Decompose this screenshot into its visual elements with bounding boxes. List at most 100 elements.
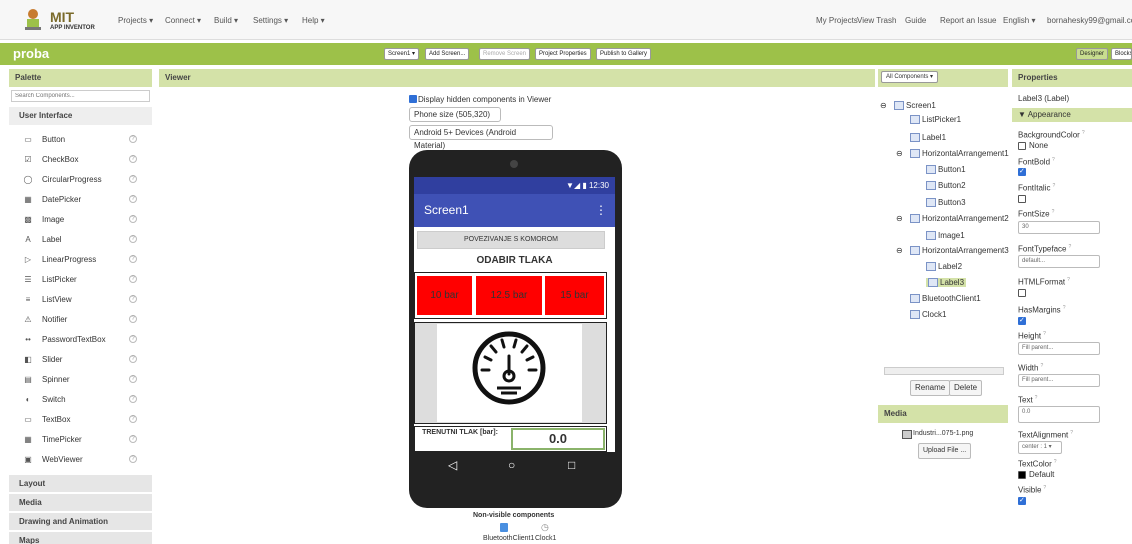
help-icon[interactable]: ? — [129, 255, 137, 263]
tree-item-screen1[interactable]: Screen1 — [894, 101, 936, 111]
appearance-section[interactable]: ▼ Appearance — [1012, 108, 1132, 122]
tree-item-horizontalarrangement1[interactable]: HorizontalArrangement1 — [910, 149, 1009, 159]
hidden-components-checkbox[interactable] — [409, 95, 417, 103]
category-user-interface[interactable]: User Interface — [9, 107, 152, 125]
help-icon[interactable]: ? — [1067, 277, 1070, 283]
category-maps[interactable]: Maps — [9, 531, 152, 544]
help-icon[interactable]: ? — [129, 295, 137, 303]
tree-scrollbar[interactable] — [884, 367, 1004, 375]
tree-item-label3[interactable]: Label3 — [926, 278, 967, 288]
help-icon[interactable]: ? — [129, 395, 137, 403]
category-drawing-and-animation[interactable]: Drawing and Animation — [9, 512, 152, 530]
help-icon[interactable]: ? — [1070, 430, 1073, 436]
palette-item-listpicker[interactable]: ☰ ListPicker? — [9, 270, 152, 290]
publish-gallery-button[interactable]: Publish to Gallery — [596, 48, 652, 60]
visible-checkbox[interactable] — [1018, 496, 1026, 505]
help-icon[interactable]: ? — [129, 175, 137, 183]
help-icon[interactable]: ? — [129, 415, 137, 423]
tree-item-button3[interactable]: Button3 — [926, 198, 966, 208]
pressure-12-5-button[interactable]: 12.5 bar — [476, 276, 542, 315]
palette-item-notifier[interactable]: ⚠ Notifier? — [9, 310, 152, 330]
help-icon[interactable]: ? — [129, 195, 137, 203]
rename-button[interactable]: Rename — [910, 380, 951, 396]
palette-item-switch[interactable]: ◐ Switch? — [9, 390, 152, 410]
textalignment-select[interactable]: center : 1 ▾ — [1018, 441, 1062, 454]
help-icon[interactable]: ? — [129, 215, 137, 223]
help-icon[interactable]: ? — [129, 315, 137, 323]
tree-item-bluetoothclient1[interactable]: BluetoothClient1 — [910, 294, 981, 304]
help-icon[interactable]: ? — [1043, 485, 1046, 491]
bgcolor-swatch[interactable] — [1018, 142, 1026, 150]
menu-build[interactable]: Build ▾ — [214, 16, 238, 25]
help-icon[interactable]: ? — [129, 375, 137, 383]
palette-item-image[interactable]: ▩ Image? — [9, 210, 152, 230]
help-icon[interactable]: ? — [129, 275, 137, 283]
theme-select[interactable]: Android 5+ Devices (Android Material) — [409, 125, 553, 150]
menu-connect[interactable]: Connect ▾ — [165, 16, 201, 25]
help-icon[interactable]: ? — [129, 135, 137, 143]
tree-item-button1[interactable]: Button1 — [926, 165, 966, 175]
help-icon[interactable]: ? — [129, 235, 137, 243]
width-input[interactable]: Fill parent... — [1018, 374, 1100, 387]
help-icon[interactable]: ? — [129, 155, 137, 163]
pressure-10-button[interactable]: 10 bar — [417, 276, 472, 315]
tree-collapse-icon[interactable]: ⊖ — [880, 101, 887, 110]
palette-item-circularprogress[interactable]: ◯ CircularProgress? — [9, 170, 152, 190]
screen-select-button[interactable]: Screen1 ▾ — [384, 48, 420, 60]
height-input[interactable]: Fill parent... — [1018, 342, 1100, 355]
media-file-name[interactable]: Industri...075-1.png — [913, 430, 973, 437]
palette-item-listview[interactable]: ≡ ListView? — [9, 290, 152, 310]
palette-item-slider[interactable]: ◧ Slider? — [9, 350, 152, 370]
tree-item-button2[interactable]: Button2 — [926, 181, 966, 191]
phone-size-select[interactable]: Phone size (505,320) — [409, 107, 501, 122]
tree-item-horizontalarrangement3[interactable]: HorizontalArrangement3 — [910, 246, 1009, 256]
fonttypeface-input[interactable]: default... — [1018, 255, 1100, 268]
tree-item-image1[interactable]: Image1 — [926, 231, 965, 241]
palette-item-textbox[interactable]: ▭ TextBox? — [9, 410, 152, 430]
palette-item-checkbox[interactable]: ☑ CheckBox? — [9, 150, 152, 170]
search-components-input[interactable] — [11, 90, 150, 102]
tree-item-label1[interactable]: Label1 — [910, 133, 946, 143]
help-icon[interactable]: ? — [129, 455, 137, 463]
category-layout[interactable]: Layout — [9, 474, 152, 492]
tree-item-clock1[interactable]: Clock1 — [910, 310, 946, 320]
add-screen-button[interactable]: Add Screen... — [425, 48, 470, 60]
hasmargins-checkbox[interactable] — [1018, 316, 1026, 325]
nav-back-icon[interactable]: ◁ — [448, 458, 457, 472]
textcolor-swatch[interactable] — [1018, 471, 1026, 479]
help-icon[interactable]: ? — [1040, 363, 1043, 369]
help-icon[interactable]: ? — [1052, 183, 1055, 189]
tree-collapse-icon[interactable]: ⊖ — [896, 214, 903, 223]
link-guide[interactable]: Guide — [905, 16, 926, 25]
help-icon[interactable]: ? — [1052, 209, 1055, 215]
tree-collapse-icon[interactable]: ⊖ — [896, 246, 903, 255]
project-properties-button[interactable]: Project Properties — [535, 48, 591, 60]
help-icon[interactable]: ? — [1043, 331, 1046, 337]
tree-item-label2[interactable]: Label2 — [926, 262, 962, 272]
palette-item-linearprogress[interactable]: ▷ LinearProgress? — [9, 250, 152, 270]
help-icon[interactable]: ? — [1063, 305, 1066, 311]
help-icon[interactable]: ? — [1082, 130, 1085, 136]
menu-help[interactable]: Help ▾ — [302, 16, 325, 25]
user-account[interactable]: bornahesky99@gmail.com — [1047, 16, 1132, 25]
nav-home-icon[interactable]: ○ — [508, 458, 515, 472]
overflow-menu-icon[interactable]: ⋮ — [595, 194, 607, 227]
palette-item-timepicker[interactable]: ▦ TimePicker? — [9, 430, 152, 450]
fontsize-input[interactable]: 30 — [1018, 221, 1100, 234]
designer-button[interactable]: Designer — [1076, 48, 1109, 60]
palette-item-datepicker[interactable]: ▦ DatePicker? — [9, 190, 152, 210]
upload-file-button[interactable]: Upload File ... — [918, 443, 972, 459]
components-filter-dropdown[interactable]: All Components ▾ — [881, 71, 939, 83]
fontbold-checkbox[interactable] — [1018, 167, 1026, 176]
remove-screen-button[interactable]: Remove Screen — [479, 48, 531, 60]
palette-item-label[interactable]: A Label? — [9, 230, 152, 250]
blocks-button[interactable]: Blocks — [1111, 48, 1132, 60]
menu-language[interactable]: English ▾ — [1003, 16, 1035, 25]
category-media[interactable]: Media — [9, 493, 152, 511]
delete-button[interactable]: Delete — [949, 380, 983, 396]
help-icon[interactable]: ? — [1068, 244, 1071, 250]
tree-item-horizontalarrangement2[interactable]: HorizontalArrangement2 — [910, 214, 1009, 224]
palette-item-button[interactable]: ▭ Button? — [9, 130, 152, 150]
help-icon[interactable]: ? — [129, 335, 137, 343]
fontitalic-checkbox[interactable] — [1018, 195, 1026, 203]
